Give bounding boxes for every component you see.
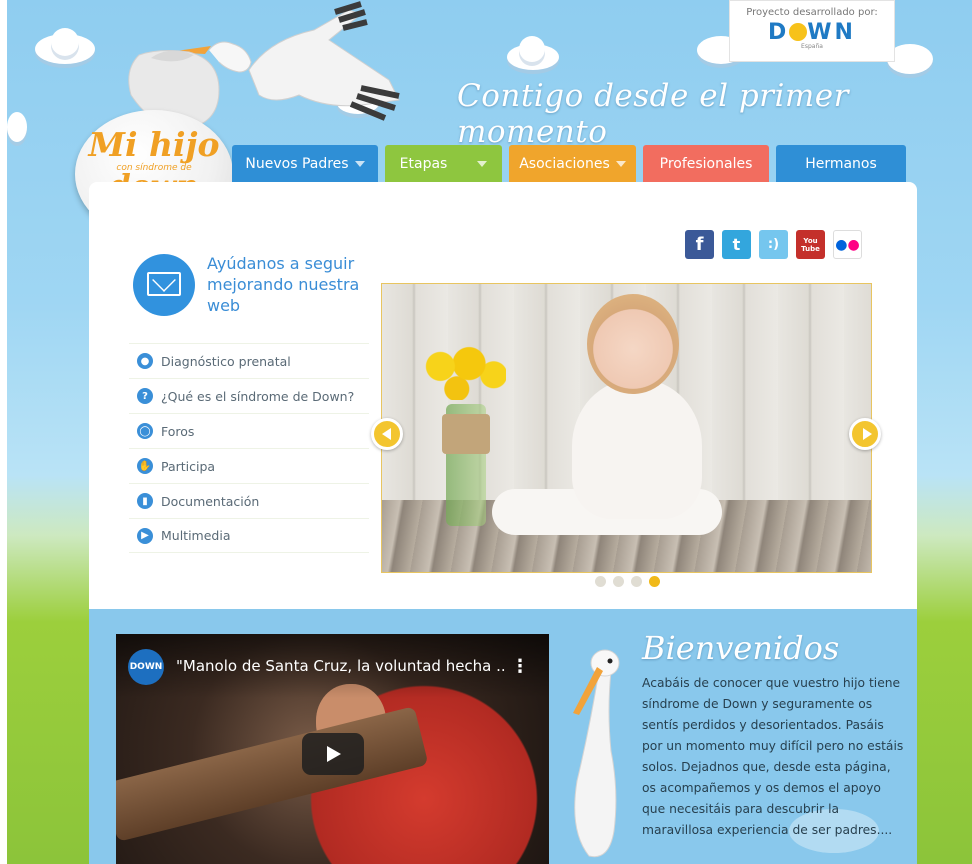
logo-sun-icon xyxy=(789,23,808,41)
chevron-down-icon xyxy=(354,160,365,167)
welcome-heading: Bienvenidos xyxy=(642,629,840,667)
menu-item-documentacion[interactable]: ▮ Documentación xyxy=(129,483,369,518)
nav-nuevos-padres[interactable]: Nuevos Padres xyxy=(232,145,378,182)
sponsor-caption: Proyecto desarrollado por: xyxy=(746,7,878,18)
menu-item-que-es[interactable]: ? ¿Qué es el síndrome de Down? xyxy=(129,378,369,413)
cloud xyxy=(7,112,27,142)
menu-item-participa[interactable]: ✋ Participa xyxy=(129,448,369,483)
nav-profesionales[interactable]: Profesionales xyxy=(643,145,769,182)
cloud xyxy=(519,36,545,62)
slider-dot[interactable] xyxy=(595,576,606,587)
chevron-down-icon xyxy=(477,160,488,167)
welcome-block: Bienvenidos Acabáis de conocer que vuest… xyxy=(642,629,907,841)
video-icon: ▶ xyxy=(137,527,153,544)
blog-icon[interactable]: :) xyxy=(759,230,788,259)
baby-icon: ● xyxy=(137,353,153,369)
video-title[interactable]: "Manolo de Santa Cruz, la voluntad hecha… xyxy=(176,657,506,675)
menu-item-foros[interactable]: ◯ Foros xyxy=(129,413,369,448)
welcome-text: Acabáis de conocer que vuestro hijo tien… xyxy=(642,676,904,837)
channel-avatar[interactable]: DOWN xyxy=(128,649,164,685)
slider-dot[interactable] xyxy=(613,576,624,587)
play-button[interactable] xyxy=(302,733,364,775)
nav-etapas[interactable]: Etapas xyxy=(385,145,502,182)
youtube-icon[interactable]: You Tube xyxy=(796,230,825,259)
logo-line1: Mi hijo xyxy=(88,125,220,164)
sponsor-sub: España xyxy=(801,43,823,50)
slide-child-body xyxy=(572,379,702,519)
main-content-card: Ayúdanos a seguir mejorando nuestra web … xyxy=(89,182,917,609)
menu-item-multimedia[interactable]: ▶ Multimedia xyxy=(129,518,369,553)
feedback-promo-text: Ayúdanos a seguir mejorando nuestra web xyxy=(207,254,360,315)
slider-next-button[interactable] xyxy=(849,418,881,450)
document-icon: ▮ xyxy=(137,493,153,509)
side-menu: ● Diagnóstico prenatal ? ¿Qué es el síndro… xyxy=(129,343,369,553)
slide-child-head xyxy=(587,294,679,394)
chat-icon: ◯ xyxy=(137,423,153,439)
main-nav: Nuevos Padres Etapas Asociaciones Profes… xyxy=(232,145,906,182)
twitter-icon[interactable]: t xyxy=(722,230,751,259)
flickr-icon[interactable]: ● ● xyxy=(833,230,862,259)
slide-burlap xyxy=(442,414,490,454)
social-links: f t :) You Tube ● ● xyxy=(685,230,862,259)
video-player[interactable]: DOWN "Manolo de Santa Cruz, la voluntad … xyxy=(116,634,549,864)
chevron-down-icon xyxy=(615,160,626,167)
facebook-icon[interactable]: f xyxy=(685,230,714,259)
more-options-icon[interactable]: ⋮ xyxy=(511,656,529,677)
slider-pagination xyxy=(595,576,660,587)
image-slider[interactable] xyxy=(381,283,872,573)
slider-dot-active[interactable] xyxy=(649,576,660,587)
nav-hermanos[interactable]: Hermanos xyxy=(776,145,906,182)
menu-item-diagnostico[interactable]: ● Diagnóstico prenatal xyxy=(129,343,369,378)
slider-prev-button[interactable] xyxy=(371,418,403,450)
slide-daffodils xyxy=(424,344,506,400)
stork-illustration-small xyxy=(573,649,620,858)
envelope-circle xyxy=(133,254,195,316)
welcome-section: DOWN "Manolo de Santa Cruz, la voluntad … xyxy=(89,609,917,864)
down-espana-logo: D WN xyxy=(768,20,856,45)
cloud xyxy=(51,28,79,56)
slider-dot[interactable] xyxy=(631,576,642,587)
page-background: Proyecto desarrollado por: D WN España Co… xyxy=(7,0,972,864)
tagline: Contigo desde el primer momento xyxy=(457,78,849,150)
question-icon: ? xyxy=(137,388,153,404)
sponsor-box[interactable]: Proyecto desarrollado por: D WN España xyxy=(729,0,895,62)
envelope-icon xyxy=(147,272,181,296)
hand-icon: ✋ xyxy=(137,458,153,474)
nav-asociaciones[interactable]: Asociaciones xyxy=(509,145,636,182)
